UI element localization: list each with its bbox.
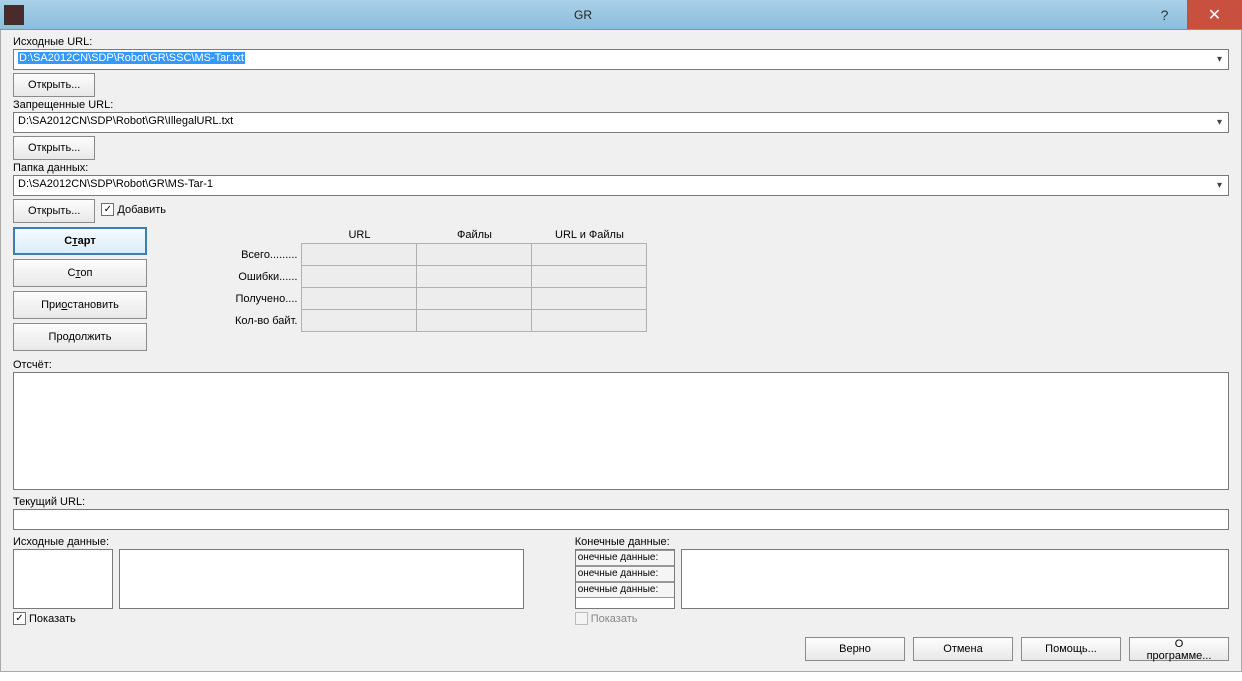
stats-col-files: Файлы — [417, 227, 532, 244]
stats-col-url: URL — [302, 227, 417, 244]
list-item[interactable]: онечные данные: — [576, 550, 674, 566]
pause-button[interactable]: Приостановить — [13, 291, 147, 319]
chevron-down-icon[interactable]: ▾ — [1211, 176, 1228, 195]
source-data-label: Исходные данные: — [13, 536, 524, 548]
about-button[interactable]: О программе... — [1129, 637, 1229, 661]
open-folder-button[interactable]: Открыть... — [13, 199, 95, 223]
add-checkbox-label: Добавить — [117, 204, 166, 216]
ok-button[interactable]: Верно — [805, 637, 905, 661]
close-icon[interactable]: ✕ — [1187, 0, 1242, 29]
list-item[interactable]: онечные данные: — [576, 566, 674, 582]
final-data-label: Конечные данные: — [575, 536, 1229, 548]
report-textarea[interactable] — [13, 372, 1229, 490]
chevron-down-icon[interactable]: ▾ — [1211, 113, 1228, 132]
help-button[interactable]: Помощь... — [1021, 637, 1121, 661]
forbidden-url-label: Запрещенные URL: — [13, 99, 1229, 111]
data-folder-combo[interactable]: D:\SA2012CN\SDP\Robot\GR\MS-Tar-1 — [13, 175, 1229, 196]
stop-button[interactable]: Стоп — [13, 259, 147, 287]
current-url-label: Текущий URL: — [13, 496, 1229, 508]
stats-col-both: URL и Файлы — [532, 227, 647, 244]
final-data-box[interactable] — [681, 549, 1229, 609]
final-data-list[interactable]: онечные данные: онечные данные: онечные … — [575, 549, 675, 609]
help-icon[interactable]: ? — [1142, 0, 1187, 29]
start-button[interactable]: Старт — [13, 227, 147, 255]
show-source-checkbox[interactable]: ✓ Показать — [13, 612, 524, 625]
report-label: Отсчёт: — [13, 359, 1229, 371]
show-final-checkbox: Показать — [575, 612, 1229, 625]
data-folder-label: Папка данных: — [13, 162, 1229, 174]
open-source-button[interactable]: Открыть... — [13, 73, 95, 97]
cancel-button[interactable]: Отмена — [913, 637, 1013, 661]
app-icon — [4, 5, 24, 25]
source-url-label: Исходные URL: — [13, 36, 1229, 48]
resume-button[interactable]: Продолжить — [13, 323, 147, 351]
open-forbidden-button[interactable]: Открыть... — [13, 136, 95, 160]
stats-table: URL Файлы URL и Файлы Всего......... Оши… — [235, 227, 647, 332]
source-url-combo[interactable]: D:\SA2012CN\SDP\Robot\GR\SSC\MS-Tar.txt — [13, 49, 1229, 70]
forbidden-url-combo[interactable]: D:\SA2012CN\SDP\Robot\GR\IllegalURL.txt — [13, 112, 1229, 133]
list-item[interactable]: онечные данные: — [576, 582, 674, 598]
titlebar: GR ? ✕ — [0, 0, 1242, 30]
current-url-field[interactable] — [13, 509, 1229, 530]
source-data-box[interactable] — [119, 549, 524, 609]
add-checkbox[interactable]: ✓ Добавить — [101, 203, 166, 216]
chevron-down-icon[interactable]: ▾ — [1211, 50, 1228, 69]
source-data-list[interactable] — [13, 549, 113, 609]
window-title: GR — [24, 8, 1142, 22]
